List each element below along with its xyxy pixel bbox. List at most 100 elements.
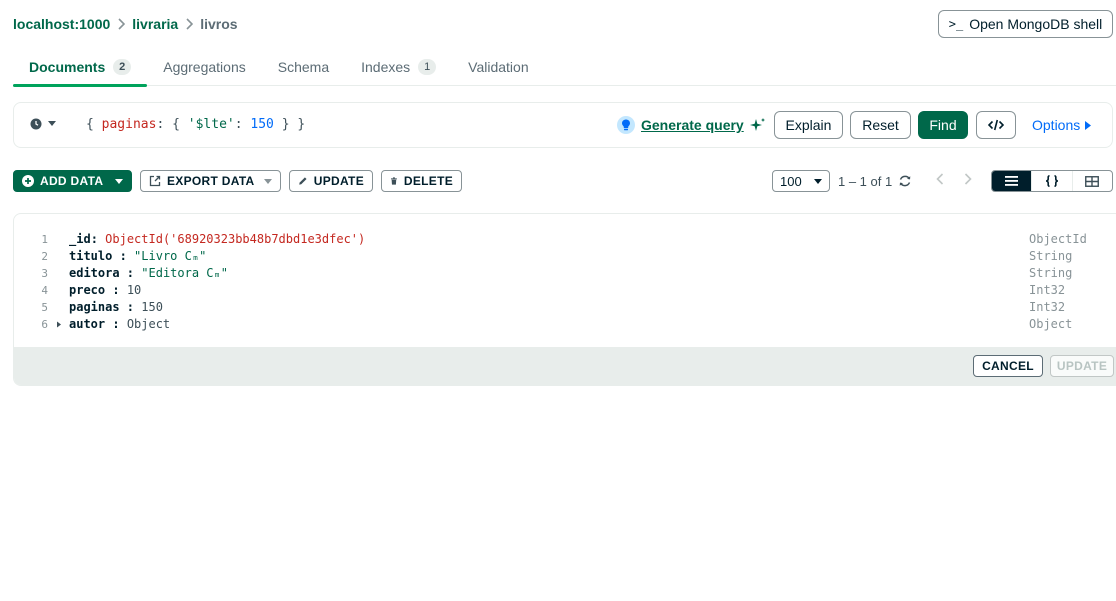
query-bar: { paginas: { '$lte': 150 } } Generate qu… <box>13 102 1113 148</box>
expand-caret-icon[interactable] <box>56 316 62 338</box>
explain-button[interactable]: Explain <box>774 111 843 139</box>
export-icon <box>149 175 161 187</box>
update-button[interactable]: UPDATE <box>289 170 373 192</box>
query-history-button[interactable] <box>30 118 56 130</box>
query-colon: : <box>156 117 165 132</box>
chevron-right-icon <box>117 18 126 30</box>
list-view-button[interactable] <box>992 171 1032 191</box>
query-inner-close: } <box>281 117 290 132</box>
field-key: editora <box>69 266 120 280</box>
tab-documents-label: Documents <box>29 59 106 75</box>
document-field[interactable]: 3 editora : "Editora Cₘ" String <box>14 265 1116 282</box>
caret-down-icon <box>48 121 56 126</box>
field-key: autor <box>69 317 106 331</box>
query-operator: '$lte' <box>187 117 235 132</box>
view-toggle <box>991 170 1113 192</box>
delete-button[interactable]: DELETE <box>381 170 462 192</box>
tab-validation[interactable]: Validation <box>452 48 544 86</box>
generate-query-label: Generate query <box>641 117 744 133</box>
shell-prompt-icon: >_ <box>948 17 964 31</box>
field-value[interactable]: "Editora Cₘ" <box>141 266 228 280</box>
export-data-button[interactable]: EXPORT DATA <box>140 170 281 192</box>
field-value[interactable]: "Livro Cₘ" <box>134 249 206 263</box>
refresh-icon[interactable] <box>896 172 914 190</box>
line-number: 6 <box>41 318 48 331</box>
tab-schema-label: Schema <box>277 59 330 75</box>
page-size-value: 100 <box>780 173 802 189</box>
breadcrumb-database[interactable]: livraria <box>132 16 178 32</box>
line-number: 3 <box>41 267 48 280</box>
field-separator: : <box>105 283 120 297</box>
query-colon-2: : <box>234 117 243 132</box>
document-field[interactable]: 1 _id: ObjectId('68920323bb48b7dbd1e3dfe… <box>14 231 1116 248</box>
tab-validation-label: Validation <box>468 59 529 75</box>
field-separator: : <box>119 266 135 280</box>
document-field[interactable]: 5 paginas : 150 Int32 <box>14 299 1116 316</box>
explain-label: Explain <box>785 117 832 133</box>
field-key: paginas <box>69 300 120 314</box>
line-number: 5 <box>41 301 48 314</box>
query-value: 150 <box>250 117 274 132</box>
field-type: String <box>1029 266 1073 280</box>
query-field: paginas <box>101 117 157 132</box>
update-document-label: UPDATE <box>1056 359 1108 373</box>
caret-down-icon <box>814 178 822 184</box>
open-shell-button[interactable]: >_ Open MongoDB shell <box>938 10 1113 38</box>
line-number: 4 <box>41 284 48 297</box>
next-page-icon[interactable] <box>960 171 976 187</box>
collection-tabs: Documents 2 Aggregations Schema Indexes … <box>13 48 1116 87</box>
breadcrumb: localhost:1000 livraria livros <box>13 15 238 33</box>
field-key: preco <box>69 283 106 297</box>
json-view-button[interactable] <box>1031 171 1071 191</box>
reset-button[interactable]: Reset <box>850 111 911 139</box>
field-value[interactable]: 10 <box>127 283 141 297</box>
breadcrumb-host[interactable]: localhost:1000 <box>13 16 110 32</box>
trash-icon <box>390 177 397 185</box>
field-separator: : <box>112 249 127 263</box>
chevron-right-icon <box>185 18 194 30</box>
query-close-brace: } <box>297 117 306 132</box>
document-card: 1 _id: ObjectId('68920323bb48b7dbd1e3dfe… <box>13 213 1116 386</box>
field-value[interactable]: ObjectId('68920323bb48b7dbd1e3dfec') <box>105 232 365 246</box>
pencil-icon <box>299 177 307 185</box>
table-view-button[interactable] <box>1071 171 1112 191</box>
tab-documents[interactable]: Documents 2 <box>13 48 148 87</box>
document-editor[interactable]: 1 _id: ObjectId('68920323bb48b7dbd1e3dfe… <box>14 231 1116 333</box>
update-label: UPDATE <box>313 174 364 188</box>
tab-aggregations[interactable]: Aggregations <box>147 48 262 86</box>
document-field[interactable]: 6 autor : Object Object <box>14 316 1116 333</box>
find-button[interactable]: Find <box>918 111 968 139</box>
lightbulb-icon <box>617 116 635 134</box>
tab-aggregations-label: Aggregations <box>163 59 246 75</box>
code-icon <box>988 119 1004 131</box>
field-value[interactable]: 150 <box>141 300 163 314</box>
options-toggle[interactable]: Options <box>1032 117 1092 133</box>
add-data-button[interactable]: ADD DATA <box>13 170 132 192</box>
add-data-label: ADD DATA <box>40 174 104 188</box>
plus-circle-icon <box>22 175 34 187</box>
sparkle-icon <box>749 118 765 131</box>
field-separator: : <box>119 300 135 314</box>
generate-query-link[interactable]: Generate query <box>617 116 766 134</box>
field-separator: : <box>105 317 120 331</box>
options-label: Options <box>1032 117 1081 133</box>
page-size-select[interactable]: 100 <box>772 170 830 192</box>
tab-schema[interactable]: Schema <box>262 48 345 86</box>
field-type: Object <box>1029 317 1073 331</box>
code-view-button[interactable] <box>976 111 1016 139</box>
caret-down-icon <box>115 178 123 184</box>
document-field[interactable]: 4 preco : 10 Int32 <box>14 282 1116 299</box>
query-filter-input[interactable]: { paginas: { '$lte': 150 } } <box>86 117 305 132</box>
reset-label: Reset <box>862 117 899 133</box>
prev-page-icon[interactable] <box>932 171 948 187</box>
query-inner-open: { <box>172 117 180 132</box>
cancel-button[interactable]: CANCEL <box>973 355 1043 377</box>
update-document-button[interactable]: UPDATE <box>1050 355 1114 377</box>
field-separator: : <box>90 232 98 246</box>
breadcrumb-collection: livros <box>200 16 238 32</box>
tab-indexes[interactable]: Indexes 1 <box>345 48 452 86</box>
document-field[interactable]: 2 titulo : "Livro Cₘ" String <box>14 248 1116 265</box>
field-value: Object <box>126 317 171 331</box>
query-open-brace: { <box>86 117 94 132</box>
caret-down-icon <box>264 178 272 184</box>
